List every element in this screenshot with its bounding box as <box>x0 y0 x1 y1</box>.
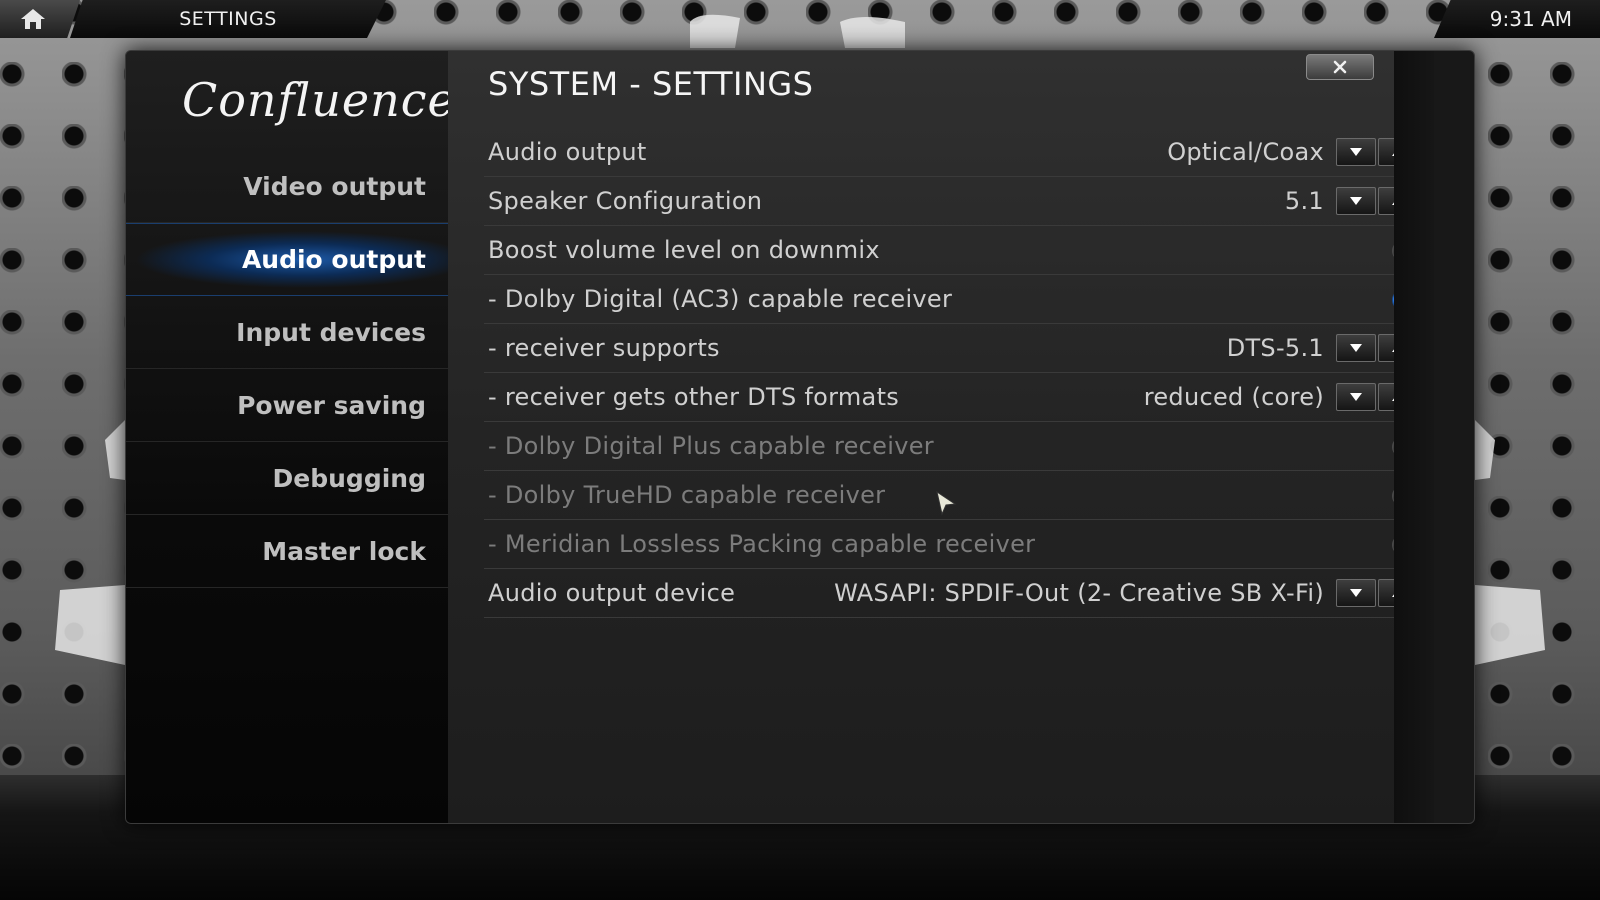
content-edge <box>1394 51 1434 823</box>
arrow-down-icon <box>1350 589 1362 597</box>
sidebar-item-debugging[interactable]: Debugging <box>126 442 448 515</box>
setting-value: Optical/Coax <box>1167 138 1324 166</box>
sidebar-item-label: Audio output <box>241 245 426 274</box>
sidebar-item-video-output[interactable]: Video output <box>126 150 448 223</box>
setting-label: - Dolby TrueHD capable receiver <box>488 481 886 509</box>
spin-down-button[interactable] <box>1336 579 1376 607</box>
setting-value: 5.1 <box>1284 187 1324 215</box>
arrow-down-icon <box>1350 393 1362 401</box>
setting-label: Audio output device <box>488 579 736 607</box>
sidebar-item-input-devices[interactable]: Input devices <box>126 296 448 369</box>
setting-value: reduced (core) <box>1143 383 1324 411</box>
setting-row-speaker-configuration[interactable]: Speaker Configuration 5.1 <box>484 177 1424 226</box>
setting-row-meridian-lossless: - Meridian Lossless Packing capable rece… <box>484 520 1424 569</box>
sidebar-item-audio-output[interactable]: Audio output <box>126 223 448 296</box>
setting-value: WASAPI: SPDIF-Out (2- Creative SB X-Fi) <box>834 579 1324 607</box>
setting-row-dolby-digital-ac3[interactable]: - Dolby Digital (AC3) capable receiver <box>484 275 1424 324</box>
setting-row-boost-volume[interactable]: Boost volume level on downmix <box>484 226 1424 275</box>
setting-label: - Dolby Digital (AC3) capable receiver <box>488 285 953 313</box>
clock: 9:31 AM <box>1489 7 1572 31</box>
sidebar-item-master-lock[interactable]: Master lock <box>126 515 448 588</box>
settings-list: Audio output Optical/Coax Speaker Config… <box>484 128 1424 618</box>
clock-tab: 9:31 AM <box>1434 0 1600 38</box>
arrow-down-icon <box>1350 197 1362 205</box>
setting-row-audio-output-device[interactable]: Audio output device WASAPI: SPDIF-Out (2… <box>484 569 1424 618</box>
page-title-tab: SETTINGS <box>70 0 386 38</box>
sidebar-item-label: Power saving <box>237 390 426 420</box>
sidebar-item-label: Video output <box>243 171 426 201</box>
settings-panel: Confluence Video output Audio output Inp… <box>125 50 1475 824</box>
setting-value: DTS-5.1 <box>1226 334 1324 362</box>
setting-label: - receiver supports <box>488 334 720 362</box>
sidebar-item-label: Debugging <box>272 463 426 493</box>
setting-label: - receiver gets other DTS formats <box>488 383 900 411</box>
spin-down-button[interactable] <box>1336 334 1376 362</box>
close-button[interactable] <box>1306 54 1374 80</box>
setting-row-dolby-digital-plus: - Dolby Digital Plus capable receiver <box>484 422 1424 471</box>
mouse-cursor-icon <box>936 490 957 516</box>
sidebar-item-label: Input devices <box>236 317 426 347</box>
setting-row-other-dts-formats[interactable]: - receiver gets other DTS formats reduce… <box>484 373 1424 422</box>
content-title: SYSTEM - SETTINGS <box>488 65 814 103</box>
sidebar-item-power-saving[interactable]: Power saving <box>126 369 448 442</box>
spin-down-button[interactable] <box>1336 383 1376 411</box>
home-icon <box>21 9 45 29</box>
setting-label: - Meridian Lossless Packing capable rece… <box>488 530 1036 558</box>
setting-label: Speaker Configuration <box>488 187 763 215</box>
spin-down-button[interactable] <box>1336 138 1376 166</box>
setting-row-audio-output[interactable]: Audio output Optical/Coax <box>484 128 1424 177</box>
close-icon <box>1333 60 1347 74</box>
page-title: SETTINGS <box>179 8 277 30</box>
setting-label: Boost volume level on downmix <box>488 236 880 264</box>
arrow-down-icon <box>1350 344 1362 352</box>
settings-content: SYSTEM - SETTINGS Audio output Optical/C… <box>448 51 1434 823</box>
setting-label: Audio output <box>488 138 647 166</box>
home-button[interactable] <box>0 0 80 38</box>
spin-down-button[interactable] <box>1336 187 1376 215</box>
setting-row-receiver-supports[interactable]: - receiver supports DTS-5.1 <box>484 324 1424 373</box>
sidebar: Confluence Video output Audio output Inp… <box>126 51 455 823</box>
sidebar-item-label: Master lock <box>262 536 426 566</box>
arrow-down-icon <box>1350 148 1362 156</box>
setting-label: - Dolby Digital Plus capable receiver <box>488 432 934 460</box>
confluence-logo: Confluence <box>182 73 456 127</box>
